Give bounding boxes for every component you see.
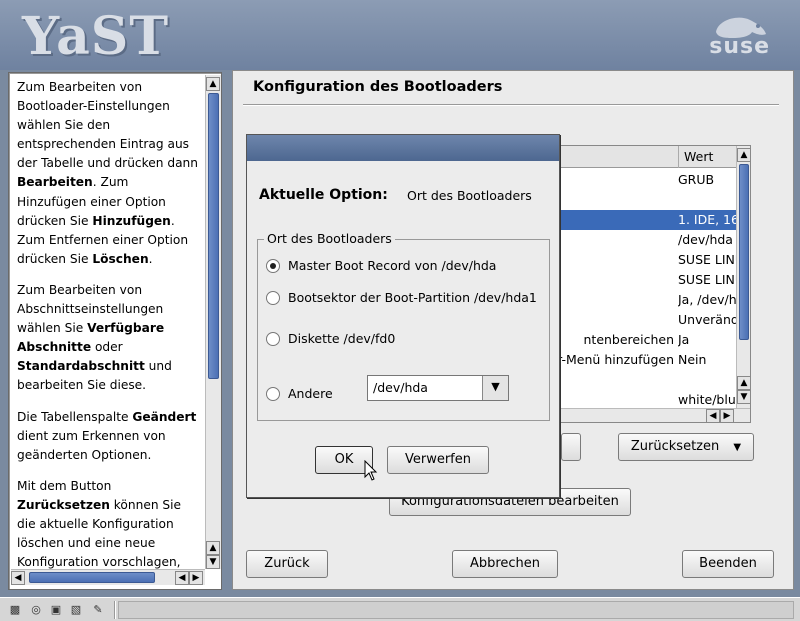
- table-vertical-scrollbar[interactable]: ▲ ▲ ▼: [736, 146, 750, 408]
- scroll-down-button[interactable]: ▼: [206, 555, 220, 569]
- value-cell: Nein: [678, 352, 707, 367]
- current-option-label: Aktuelle Option:: [259, 187, 388, 203]
- help-bold-term: Standardabschnitt: [17, 359, 145, 374]
- help-paragraph: Die Tabellenspalte Geändert dient zum Er…: [17, 408, 199, 465]
- column-header-wert[interactable]: Wert: [678, 146, 736, 168]
- chevron-down-icon[interactable]: ▼: [482, 376, 508, 400]
- value-cell: /dev/hda: [678, 232, 733, 247]
- help-text-run: Zum Bearbeiten von Bootloader-Einstellun…: [17, 80, 198, 171]
- radio-label: Bootsektor der Boot-Partition /dev/hda1: [288, 290, 537, 305]
- chevron-down-icon: ▼: [733, 442, 742, 453]
- help-text-run: dient zum Erkennen von geänderten Option…: [17, 428, 166, 462]
- value-cell: Ja: [678, 332, 690, 347]
- taskbar-separator: [114, 601, 116, 619]
- help-paragraph: Mit dem Button Zurücksetzen können Sie d…: [17, 477, 199, 569]
- scroll-up-button[interactable]: ▲: [737, 376, 750, 390]
- help-text: Zum Bearbeiten von Bootloader-Einstellun…: [9, 73, 205, 569]
- bootloader-location-dialog: Aktuelle Option: Ort des Bootloaders Ort…: [246, 134, 560, 498]
- help-paragraph: Zum Bearbeiten von Abschnittseinstellung…: [17, 281, 199, 396]
- scroll-thumb[interactable]: [208, 93, 219, 379]
- help-bold-term: Bearbeiten: [17, 175, 93, 190]
- value-cell: 1. IDE, 16: [678, 212, 736, 227]
- scroll-down-button[interactable]: ▼: [737, 390, 750, 404]
- help-text-run: Mit dem Button: [17, 478, 112, 493]
- help-horizontal-scrollbar[interactable]: ◀ ◀ ▶: [11, 569, 205, 585]
- taskbar-windows-area[interactable]: [118, 601, 794, 619]
- scroll-left-button[interactable]: ◀: [175, 571, 189, 585]
- value-cell: SUSE LINU: [678, 272, 736, 287]
- help-panel: Zum Bearbeiten von Bootloader-Einstellun…: [8, 72, 222, 590]
- value-cell: white/blue: [678, 392, 736, 407]
- group-title: Ort des Bootloaders: [264, 231, 395, 246]
- help-bold-term: Geändert: [132, 409, 197, 424]
- scroll-up-button[interactable]: ▲: [206, 541, 220, 555]
- scroll-right-button[interactable]: ▶: [189, 571, 203, 585]
- scroll-left-button[interactable]: ◀: [706, 409, 720, 422]
- finish-button[interactable]: Beenden: [682, 550, 774, 578]
- page-title: Konfiguration des Bootloaders: [253, 79, 503, 95]
- other-device-value[interactable]: /dev/hda: [373, 380, 428, 395]
- scroll-up-button[interactable]: ▲: [206, 77, 220, 91]
- value-cell: Unveränd: [678, 312, 736, 327]
- scroll-thumb[interactable]: [29, 572, 155, 583]
- scroll-thumb[interactable]: [739, 164, 749, 340]
- document-icon[interactable]: ▣: [49, 603, 63, 617]
- discard-button[interactable]: Verwerfen: [387, 446, 489, 474]
- value-cell: Ja, /dev/hc: [678, 292, 736, 307]
- scroll-right-button[interactable]: ▶: [720, 409, 734, 422]
- browser-icon[interactable]: ◎: [29, 603, 43, 617]
- help-vertical-scrollbar[interactable]: ▲ ▲ ▼: [205, 75, 221, 569]
- suse-logo: suse: [709, 34, 770, 59]
- mouse-cursor-icon: [364, 460, 378, 481]
- reset-menu-button[interactable]: Zurücksetzen ▼: [618, 433, 754, 461]
- cancel-button[interactable]: Abbrechen: [452, 550, 558, 578]
- radio-label: Diskette /dev/fd0: [288, 331, 396, 346]
- radio-label: Master Boot Record von /dev/hda: [288, 258, 497, 273]
- help-bold-term: Zurücksetzen: [17, 497, 110, 512]
- help-bold-term: Löschen: [92, 251, 149, 266]
- option-cell: ntenbereichen: [583, 332, 675, 347]
- radio-button[interactable]: [266, 387, 280, 401]
- dialog-titlebar[interactable]: [247, 135, 559, 161]
- reset-button-label: Zurücksetzen: [630, 439, 720, 454]
- value-cell: SUSE LINU: [678, 252, 736, 267]
- back-button[interactable]: Zurück: [246, 550, 328, 578]
- current-option-value: Ort des Bootloaders: [407, 188, 532, 203]
- option-cell: r-Menü hinzufügen: [557, 352, 674, 367]
- folder-icon[interactable]: ▧: [69, 603, 83, 617]
- scroll-left-button[interactable]: ◀: [11, 571, 25, 585]
- scroll-up-button[interactable]: ▲: [737, 148, 750, 162]
- tools-icon[interactable]: ✎: [91, 603, 105, 617]
- help-text-run: .: [148, 251, 153, 266]
- radio-label: Andere: [288, 386, 333, 401]
- title-divider: [243, 104, 779, 106]
- help-text-run: Die Tabellenspalte: [17, 409, 133, 424]
- radio-button[interactable]: [266, 332, 280, 346]
- yast-header: YaST suse: [0, 0, 800, 70]
- value-cell: GRUB: [678, 172, 715, 187]
- yast-logo: YaST: [22, 6, 170, 67]
- help-text-run: oder: [91, 340, 123, 355]
- help-paragraph: Zum Bearbeiten von Bootloader-Einstellun…: [17, 78, 199, 269]
- menu-icon[interactable]: ▩: [8, 603, 22, 617]
- other-device-combobox[interactable]: /dev/hda ▼: [367, 375, 509, 401]
- help-bold-term: Hinzufügen: [92, 213, 171, 228]
- radio-button[interactable]: [266, 259, 280, 273]
- radio-button[interactable]: [266, 291, 280, 305]
- taskbar: ▩ ◎ ▣ ▧ ✎: [0, 597, 800, 621]
- hidden-table-button[interactable]: [561, 433, 581, 461]
